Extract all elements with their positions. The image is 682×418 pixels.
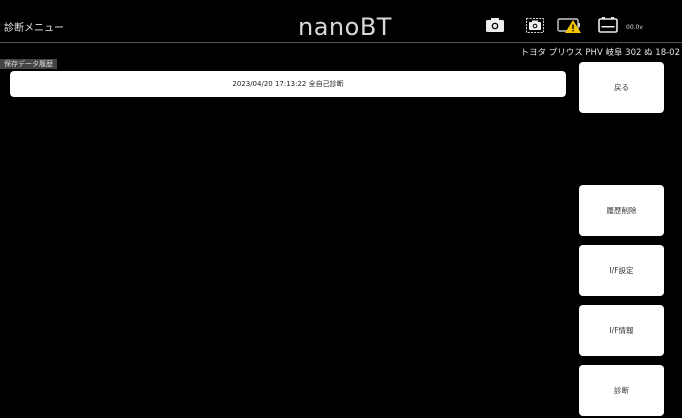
- app-logo: nanoBT: [298, 13, 392, 41]
- record-list: 2023/04/20 17:13:22 全自己診断: [10, 71, 566, 99]
- delete-history-button[interactable]: 履歴削除: [579, 185, 664, 236]
- if-info-button[interactable]: I/F情報: [579, 305, 664, 356]
- back-button[interactable]: 戻る: [579, 62, 664, 113]
- if-settings-button[interactable]: I/F設定: [579, 245, 664, 296]
- list-item[interactable]: 2023/04/20 17:13:22 全自己診断: [10, 71, 566, 97]
- voltage-readout: 00.0v: [626, 24, 643, 31]
- battery-icon: [598, 17, 618, 33]
- header-bar: 診断メニュー nanoBT 00.0v: [0, 0, 682, 42]
- diagnosis-button[interactable]: 診断: [579, 365, 664, 416]
- diagnosis-menu-title: 診断メニュー: [4, 23, 64, 34]
- header-divider: [0, 42, 682, 43]
- vehicle-info: トヨタ プリウス PHV 岐阜 302 ぬ 18-02: [520, 48, 680, 58]
- battery-warning-icon: [557, 18, 581, 33]
- saved-data-history-label: 保存データ履歴: [0, 59, 57, 69]
- screenshot-icon[interactable]: [526, 18, 544, 33]
- camera-icon[interactable]: [486, 18, 504, 32]
